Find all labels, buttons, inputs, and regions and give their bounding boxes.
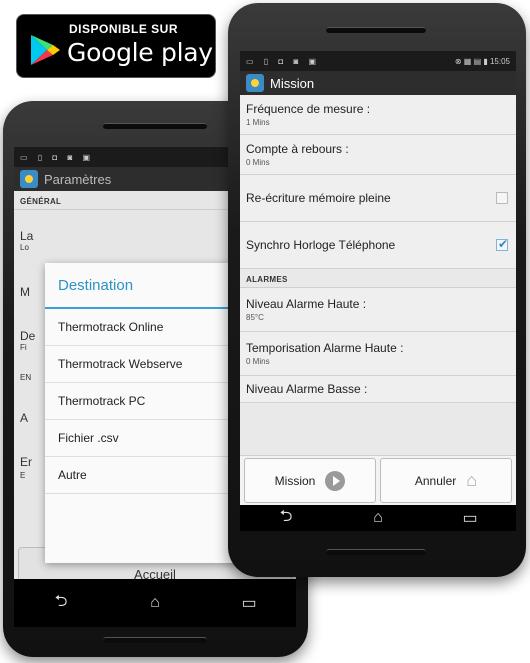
home-icon[interactable]: ⌂	[135, 594, 175, 612]
nav-bar: ⮌ ⌂ ▭	[240, 505, 516, 531]
pref-countdown[interactable]: Compte à rebours : 0 Mins	[240, 135, 516, 175]
badge-pretitle: DISPONIBLE SUR	[69, 22, 179, 36]
google-play-logo-icon	[31, 35, 60, 65]
status-right: ⊗ ▦ ▤ ▮ 15:05	[454, 56, 510, 66]
pref-sync-clock[interactable]: Synchro Horloge Téléphone	[240, 222, 516, 269]
pref-title: Fréquence de mesure :	[246, 102, 371, 116]
badge-title: Google play	[67, 38, 213, 67]
pref-summary: 0 Mins	[246, 357, 270, 366]
pref-high-alarm-level[interactable]: Niveau Alarme Haute : 85°C	[240, 288, 516, 332]
speaker-grille	[103, 123, 207, 129]
back-icon[interactable]: ⮌	[41, 590, 81, 617]
recent-apps-icon[interactable]: ▭	[450, 508, 490, 528]
bottom-speaker	[326, 549, 426, 555]
pref-summary: 85°C	[246, 313, 264, 322]
pref-high-alarm-delay[interactable]: Temporisation Alarme Haute : 0 Mins	[240, 332, 516, 376]
pref-title: Temporisation Alarme Haute :	[246, 341, 404, 355]
status-bar: ▭ ▯ ◘ ◙ ▣ ⊗ ▦ ▤ ▮ 15:05	[240, 51, 516, 71]
pref-low-alarm-level[interactable]: Niveau Alarme Basse :	[240, 376, 516, 403]
arrow-right-icon	[325, 470, 346, 491]
overwrite-checkbox[interactable]	[496, 192, 508, 204]
status-icons: ▭ ▯ ◘ ◙ ▣	[20, 152, 95, 162]
speaker-grille	[326, 27, 426, 33]
cancel-button-label: Annuler	[414, 473, 457, 488]
pref-title: Re-écriture mémoire pleine	[246, 191, 391, 205]
cancel-button[interactable]: Annuler ⌂	[380, 458, 512, 503]
recent-apps-icon[interactable]: ▭	[229, 593, 269, 613]
phone-right: ▭ ▯ ◘ ◙ ▣ ⊗ ▦ ▤ ▮ 15:05 Mission Fréquenc…	[228, 3, 526, 577]
pref-title: Niveau Alarme Basse :	[246, 382, 368, 396]
action-bar: Mission	[240, 71, 516, 95]
google-play-badge[interactable]: DISPONIBLE SUR Google play	[16, 14, 216, 78]
back-icon[interactable]: ⮌	[266, 505, 306, 532]
peek-label: La	[20, 229, 34, 243]
pref-title: Niveau Alarme Haute :	[246, 297, 367, 311]
button-bar: Mission Annuler ⌂	[240, 455, 516, 505]
bottom-speaker	[103, 637, 207, 643]
pref-summary: 0 Mins	[246, 158, 270, 167]
page-title: Paramètres	[44, 171, 112, 187]
mission-button[interactable]: Mission	[244, 458, 376, 503]
peek-label: Lo	[20, 243, 29, 252]
nav-bar: ⮌ ⌂ ▭	[14, 579, 296, 627]
house-icon: ⌂	[466, 470, 478, 490]
page-title: Mission	[270, 75, 315, 91]
mission-button-label: Mission	[274, 473, 316, 488]
mission-screen: ▭ ▯ ◘ ◙ ▣ ⊗ ▦ ▤ ▮ 15:05 Mission Fréquenc…	[240, 51, 516, 531]
app-icon	[246, 74, 264, 92]
pref-title: Synchro Horloge Téléphone	[246, 238, 396, 252]
status-icons: ▭ ▯ ◘ ◙ ▣	[246, 56, 321, 66]
pref-overwrite-memory[interactable]: Re-écriture mémoire pleine	[240, 175, 516, 222]
app-icon	[20, 170, 38, 188]
home-icon[interactable]: ⌂	[358, 509, 398, 527]
pref-title: Compte à rebours :	[246, 142, 349, 156]
pref-frequency[interactable]: Fréquence de mesure : 1 Mins	[240, 95, 516, 135]
section-alarms: ALARMES	[240, 269, 516, 288]
pref-summary: 1 Mins	[246, 118, 270, 127]
sync-clock-checkbox[interactable]	[496, 237, 508, 251]
